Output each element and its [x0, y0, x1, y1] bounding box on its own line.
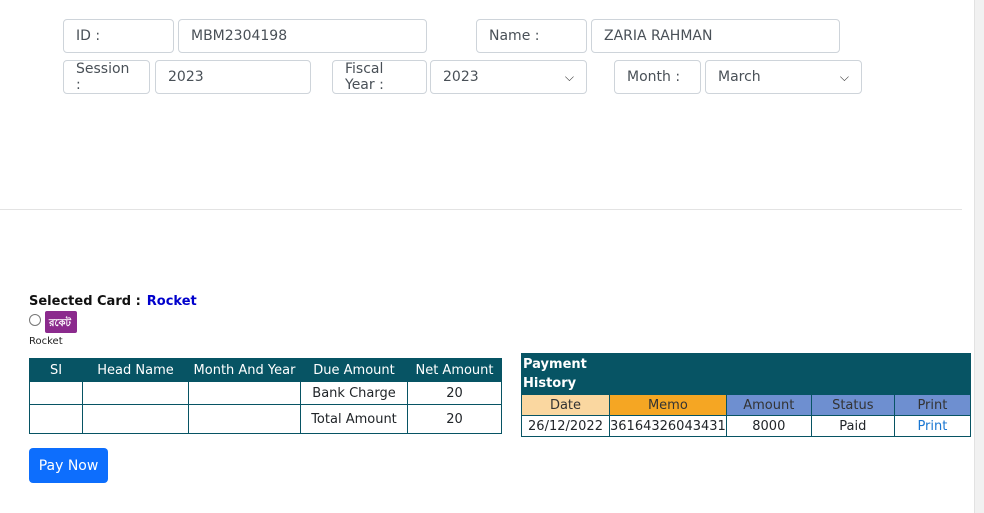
header-cell	[725, 353, 812, 395]
column-headers: Date Memo Amount Status Print	[521, 394, 972, 416]
cell-si	[29, 381, 83, 405]
col-month-year: Month And Year	[188, 358, 301, 382]
col-head-name: Head Name	[82, 358, 189, 382]
month-value: March	[718, 69, 761, 85]
fiscal-year-select[interactable]: 2023 ⌵	[430, 60, 587, 94]
table-row: Bank Charge 20	[29, 381, 502, 405]
id-field[interactable]: MBM2304198	[178, 19, 427, 53]
print-link[interactable]: Print	[893, 415, 972, 437]
header-cell	[609, 353, 727, 395]
table-row: 26/12/2022 36164326043431 8000 Paid Prin…	[521, 415, 972, 437]
col-date: Date	[521, 394, 610, 416]
fiscal-year-value: 2023	[443, 69, 479, 85]
cell-status: Paid	[810, 415, 895, 437]
cell-month	[188, 381, 301, 405]
name-field[interactable]: ZARIA RAHMAN	[591, 19, 840, 53]
cell-due: Bank Charge	[300, 381, 408, 405]
col-net-amount: Net Amount	[407, 358, 502, 382]
table-row: Total Amount 20	[29, 404, 502, 434]
chevron-down-icon: ⌵	[839, 69, 849, 84]
id-label: ID :	[63, 19, 174, 53]
payment-history-table: Payment History Date Memo Amount Status …	[521, 353, 972, 437]
cell-date: 26/12/2022	[521, 415, 610, 437]
selected-card: Selected Card : Rocket	[29, 294, 197, 309]
cell-head	[82, 381, 189, 405]
page-scrollbar[interactable]	[974, 0, 984, 513]
col-memo: Memo	[609, 394, 727, 416]
cell-net: 20	[407, 381, 502, 405]
cell-memo: 36164326043431	[609, 415, 727, 437]
chevron-down-icon: ⌵	[564, 69, 574, 84]
col-amount: Amount	[725, 394, 812, 416]
rocket-radio[interactable]	[29, 314, 41, 326]
session-label: Session :	[63, 60, 150, 94]
header-cell	[893, 353, 972, 395]
cell-month	[188, 404, 301, 434]
rocket-caption: Rocket	[29, 336, 63, 347]
cell-si	[29, 404, 83, 434]
col-due-amount: Due Amount	[300, 358, 408, 382]
cell-amount: 8000	[725, 415, 812, 437]
due-table: SI Head Name Month And Year Due Amount N…	[29, 358, 502, 434]
due-table-header: SI Head Name Month And Year Due Amount N…	[29, 358, 502, 382]
rocket-logo-text: রকেট	[49, 318, 71, 329]
col-si: SI	[29, 358, 83, 382]
payment-history-header: Payment History	[521, 353, 972, 395]
fiscal-year-label: Fiscal Year :	[332, 60, 427, 94]
cell-head	[82, 404, 189, 434]
cell-net: 20	[407, 404, 502, 434]
payment-history-title: Payment History	[521, 353, 610, 395]
pay-now-button[interactable]: Pay Now	[29, 448, 108, 483]
name-label: Name :	[476, 19, 587, 53]
selected-card-value: Rocket	[146, 294, 197, 309]
cell-due: Total Amount	[300, 404, 408, 434]
col-print: Print	[893, 394, 972, 416]
selected-card-label: Selected Card :	[29, 294, 141, 309]
rocket-logo-icon[interactable]: রকেট	[45, 311, 77, 333]
divider	[0, 209, 962, 210]
month-label: Month :	[614, 60, 701, 94]
month-select[interactable]: March ⌵	[705, 60, 862, 94]
col-status: Status	[810, 394, 895, 416]
header-cell	[810, 353, 895, 395]
session-field[interactable]: 2023	[155, 60, 311, 94]
